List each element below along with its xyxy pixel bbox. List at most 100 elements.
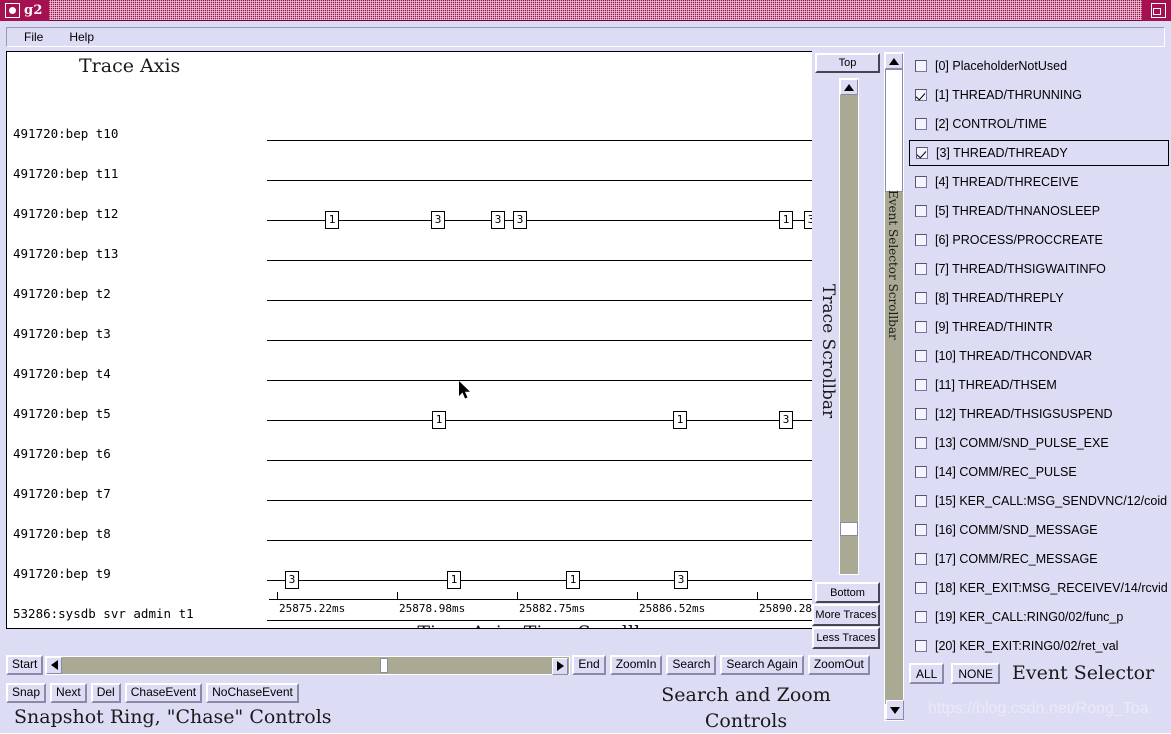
top-button[interactable]: Top [815, 53, 880, 73]
event-selector-scrollbar[interactable] [884, 52, 904, 721]
trace-event-marker[interactable]: 3 [674, 571, 688, 589]
event-scroll-up-icon[interactable] [885, 53, 903, 69]
checkbox-unchecked-icon[interactable] [915, 350, 927, 362]
checkbox-unchecked-icon[interactable] [915, 553, 927, 565]
trace-row[interactable]: 491720:bep t3 [7, 326, 812, 366]
trace-event-marker[interactable]: 1 [447, 571, 461, 589]
checkbox-unchecked-icon[interactable] [915, 321, 927, 333]
event-selector-item[interactable]: [14] COMM/REC_PULSE [909, 459, 1169, 485]
checkbox-unchecked-icon[interactable] [915, 408, 927, 420]
event-selector-list[interactable]: [0] PlaceholderNotUsed [1] THREAD/THRUNNI… [905, 51, 1171, 733]
chase-event-button[interactable]: ChaseEvent [125, 683, 202, 703]
trace-event-marker[interactable]: 1 [779, 211, 793, 229]
event-selector-item[interactable]: [7] THREAD/THSIGWAITINFO [909, 256, 1169, 282]
scroll-up-icon[interactable] [840, 79, 858, 95]
trace-scrollbar-thumb[interactable] [840, 522, 858, 536]
trace-row[interactable]: 491720:bep t7 [7, 486, 812, 526]
event-selector-item[interactable]: [13] COMM/SND_PULSE_EXE [909, 430, 1169, 456]
event-selector-item[interactable]: [10] THREAD/THCONDVAR [909, 343, 1169, 369]
search-button[interactable]: Search [666, 655, 716, 675]
trace-row[interactable]: 491720:bep t2 [7, 286, 812, 326]
trace-event-marker[interactable]: 1 [673, 411, 687, 429]
checkbox-unchecked-icon[interactable] [915, 234, 927, 246]
trace-row[interactable]: 491720:bep t4 [7, 366, 812, 406]
checkbox-unchecked-icon[interactable] [915, 263, 927, 275]
trace-row[interactable]: 491720:bep t5113 [7, 406, 812, 446]
checkbox-unchecked-icon[interactable] [915, 466, 927, 478]
checkbox-unchecked-icon[interactable] [915, 379, 927, 391]
event-selector-item[interactable]: [9] THREAD/THINTR [909, 314, 1169, 340]
more-traces-button[interactable]: More Traces [812, 604, 880, 626]
event-selector-item[interactable]: [20] KER_EXIT:RING0/02/ret_val [909, 633, 1169, 659]
checkbox-unchecked-icon[interactable] [915, 292, 927, 304]
event-selector-item[interactable]: [5] THREAD/THNANOSLEEP [909, 198, 1169, 224]
event-selector-item[interactable]: [3] THREAD/THREADY [909, 140, 1169, 166]
menu-item-file[interactable]: File [15, 29, 52, 45]
search-again-button[interactable]: Search Again [720, 655, 803, 675]
trace-event-marker[interactable]: 3 [285, 571, 299, 589]
checkbox-unchecked-icon[interactable] [915, 524, 927, 536]
none-button[interactable]: NONE [951, 663, 1000, 684]
event-selector-item[interactable]: [0] PlaceholderNotUsed [909, 53, 1169, 79]
nochase-event-button[interactable]: NoChaseEvent [206, 683, 299, 703]
maximize-icon[interactable] [1151, 3, 1166, 18]
checkbox-unchecked-icon[interactable] [915, 176, 927, 188]
window-menu-icon[interactable] [5, 3, 20, 18]
menu-item-help[interactable]: Help [60, 29, 103, 45]
checkbox-unchecked-icon[interactable] [915, 611, 927, 623]
checkbox-unchecked-icon[interactable] [915, 60, 927, 72]
trace-event-marker[interactable]: 3 [431, 211, 445, 229]
scroll-left-icon[interactable] [46, 657, 62, 674]
trace-event-marker[interactable]: 3 [804, 211, 812, 229]
event-selector-item[interactable]: [15] KER_CALL:MSG_SENDVNC/12/coid [909, 488, 1169, 514]
zoomout-button[interactable]: ZoomOut [808, 655, 870, 675]
zoomin-button[interactable]: ZoomIn [610, 655, 663, 675]
del-button[interactable]: Del [91, 683, 121, 703]
checkbox-unchecked-icon[interactable] [915, 582, 927, 594]
end-button[interactable]: End [572, 655, 605, 675]
checkbox-checked-icon[interactable] [915, 89, 927, 101]
trace-canvas[interactable]: Trace Axis 491720:bep t10491720:bep t114… [6, 51, 812, 629]
time-scrollbar[interactable] [45, 656, 570, 675]
event-selector-item[interactable]: [19] KER_CALL:RING0/02/func_p [909, 604, 1169, 630]
event-selector-item[interactable]: [11] THREAD/THSEM [909, 372, 1169, 398]
next-button[interactable]: Next [50, 683, 87, 703]
event-selector-item[interactable]: [12] THREAD/THSIGSUSPEND [909, 401, 1169, 427]
checkbox-unchecked-icon[interactable] [915, 437, 927, 449]
event-selector-scrollbar-thumb[interactable] [885, 69, 903, 192]
checkbox-checked-icon[interactable] [916, 147, 928, 159]
checkbox-unchecked-icon[interactable] [915, 118, 927, 130]
trace-row[interactable]: 491720:bep t10 [7, 126, 812, 166]
trace-event-marker[interactable]: 1 [325, 211, 339, 229]
trace-scrollbar[interactable] [839, 78, 859, 575]
trace-row[interactable]: 491720:bep t8 [7, 526, 812, 566]
trace-row[interactable]: 491720:bep t11 [7, 166, 812, 206]
event-selector-item[interactable]: [16] COMM/SND_MESSAGE [909, 517, 1169, 543]
checkbox-unchecked-icon[interactable] [915, 495, 927, 507]
event-selector-item[interactable]: [8] THREAD/THREPLY [909, 285, 1169, 311]
bottom-button[interactable]: Bottom [815, 582, 880, 603]
event-selector-item[interactable]: [4] THREAD/THRECEIVE [909, 169, 1169, 195]
trace-event-marker[interactable]: 3 [779, 411, 793, 429]
start-button[interactable]: Start [6, 655, 43, 675]
trace-row[interactable]: 491720:bep t13 [7, 246, 812, 286]
trace-event-marker[interactable]: 3 [513, 211, 527, 229]
trace-event-marker[interactable]: 1 [566, 571, 580, 589]
checkbox-unchecked-icon[interactable] [915, 205, 927, 217]
event-selector-item[interactable]: [1] THREAD/THRUNNING [909, 82, 1169, 108]
event-selector-item[interactable]: [18] KER_EXIT:MSG_RECEIVEV/14/rcvid [909, 575, 1169, 601]
snap-button[interactable]: Snap [6, 683, 46, 703]
checkbox-unchecked-icon[interactable] [915, 640, 927, 652]
trace-row[interactable]: 491720:bep t93113 [7, 566, 812, 606]
event-selector-item[interactable]: [6] PROCESS/PROCCREATE [909, 227, 1169, 253]
trace-event-marker[interactable]: 3 [491, 211, 505, 229]
event-selector-item[interactable]: [2] CONTROL/TIME [909, 111, 1169, 137]
event-selector-item[interactable]: [17] COMM/REC_MESSAGE [909, 546, 1169, 572]
scroll-right-icon[interactable] [552, 658, 568, 675]
all-button[interactable]: ALL [909, 663, 944, 684]
trace-row[interactable]: 491720:bep t6 [7, 446, 812, 486]
less-traces-button[interactable]: Less Traces [812, 627, 880, 649]
time-scrollbar-thumb[interactable] [380, 658, 388, 673]
trace-event-marker[interactable]: 1 [432, 411, 446, 429]
trace-row[interactable]: 491720:bep t12133313 [7, 206, 812, 246]
